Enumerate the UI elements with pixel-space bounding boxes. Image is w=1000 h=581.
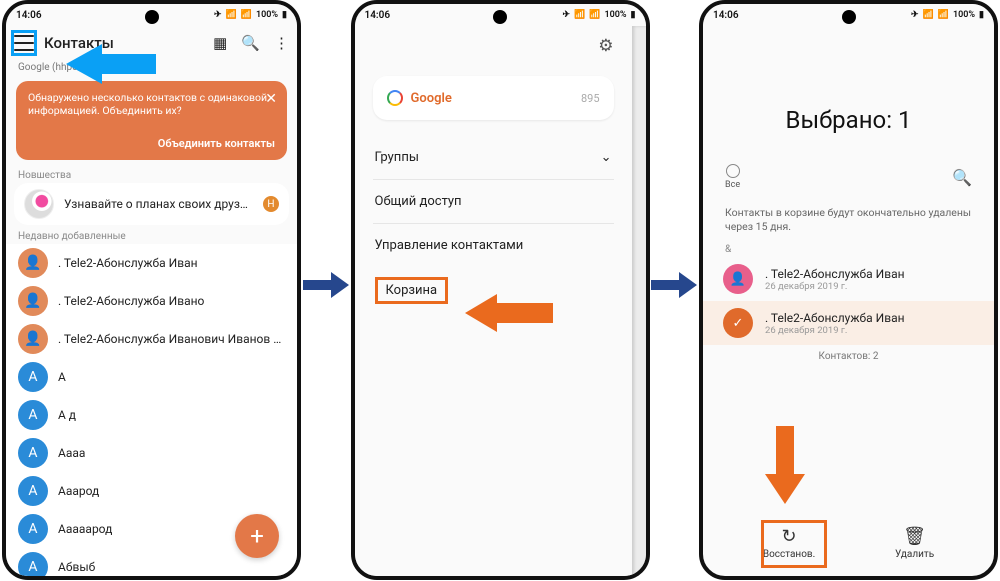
contact-name: Абвыб bbox=[58, 560, 285, 574]
phone-contacts-list: 14:06 ✈📶📶100%▮ Контакты ▦ 🔍 ⋮ Google (hh… bbox=[2, 0, 301, 580]
drawer-sharing[interactable]: Общий доступ bbox=[355, 180, 632, 223]
search-icon[interactable]: 🔍 bbox=[241, 34, 260, 52]
callout-arrow-down-icon bbox=[763, 426, 807, 506]
phone-trash: 14:06 ✈📶📶100%▮ Выбрано: 1 Все 🔍 Контакты… bbox=[699, 0, 998, 580]
contact-row[interactable]: А Аааа bbox=[6, 434, 297, 472]
highlight-restore bbox=[761, 520, 827, 568]
bottom-action-bar: ↻ Восстанов. 🗑 Удалить bbox=[703, 520, 994, 566]
check-icon: ✓ bbox=[723, 308, 753, 338]
select-all-label: Все bbox=[725, 180, 740, 190]
contact-row[interactable]: А Ааарод bbox=[6, 472, 297, 510]
drawer-label: Управление контактами bbox=[375, 238, 524, 253]
section-news: Новшества bbox=[6, 164, 297, 183]
delete-button[interactable]: 🗑 Удалить bbox=[895, 526, 934, 560]
trash-notice: Контакты в корзине будут окончательно уд… bbox=[703, 194, 994, 244]
drawer-label: Группы bbox=[375, 150, 419, 165]
contact-row[interactable]: АА д bbox=[6, 396, 297, 434]
avatar-icon: А bbox=[18, 514, 48, 544]
badge-icon: Н bbox=[263, 196, 279, 212]
contact-row[interactable]: 👤 . Tele2-Абонслужба Иванович Иванов К... bbox=[6, 320, 297, 358]
more-icon[interactable]: ⋮ bbox=[274, 34, 289, 52]
contact-row[interactable]: 👤 . Tele2-Абонслужба Иван bbox=[6, 244, 297, 282]
camera-notch bbox=[145, 10, 159, 24]
clock: 14:06 bbox=[365, 10, 391, 21]
close-icon[interactable]: ✕ bbox=[265, 91, 277, 107]
camera-notch bbox=[493, 10, 507, 24]
google-icon bbox=[387, 90, 403, 106]
radio-icon bbox=[726, 164, 740, 178]
status-icons: ✈📶📶100%▮ bbox=[911, 10, 984, 20]
contact-name: Аааа bbox=[58, 446, 285, 460]
avatar-icon: 👤 bbox=[18, 248, 48, 278]
drawer-label: Общий доступ bbox=[375, 194, 462, 209]
clock: 14:06 bbox=[713, 10, 739, 21]
select-all[interactable]: Все bbox=[725, 164, 740, 190]
contact-name: . Tele2-Абонслужба Иванович Иванов К... bbox=[58, 332, 285, 346]
drawer-groups[interactable]: Группы ⌄ bbox=[355, 136, 632, 179]
contact-row[interactable]: АА bbox=[6, 358, 297, 396]
news-card[interactable]: Узнавайте о планах своих друзей Н bbox=[14, 183, 289, 225]
news-text: Узнавайте о планах своих друзей bbox=[64, 197, 253, 211]
group-letter: & bbox=[703, 244, 994, 257]
google-count: 895 bbox=[581, 92, 600, 105]
step-arrow-icon bbox=[650, 0, 700, 300]
phone-drawer: 14:06 ✈📶📶100%▮ ⚙ Google 895 Группы ⌄ bbox=[351, 0, 650, 580]
drawer-manage[interactable]: Управление контактами bbox=[355, 224, 632, 267]
trash-row-date: 26 декабря 2019 г. bbox=[765, 325, 905, 336]
chevron-down-icon: ⌄ bbox=[601, 150, 612, 165]
avatar-icon: А bbox=[18, 438, 48, 468]
selection-toolbar: Все 🔍 bbox=[703, 164, 994, 194]
delete-label: Удалить bbox=[895, 549, 934, 560]
trash-icon: 🗑 bbox=[903, 526, 926, 547]
google-account-card[interactable]: Google 895 bbox=[373, 76, 614, 120]
avatar-icon: А bbox=[18, 362, 48, 392]
callout-arrow-left-icon bbox=[66, 40, 166, 88]
avatar-icon: 👤 bbox=[723, 264, 753, 294]
contact-name: А д bbox=[58, 408, 285, 422]
highlight-hamburger bbox=[11, 30, 37, 56]
avatar-icon: 👤 bbox=[18, 286, 48, 316]
drawer-scrim[interactable] bbox=[632, 26, 646, 576]
trash-row-date: 26 декабря 2019 г. bbox=[765, 281, 905, 292]
trash-row-name: . Tele2-Абонслужба Иван bbox=[765, 311, 905, 325]
clock: 14:06 bbox=[16, 10, 42, 21]
trash-row-name: . Tele2-Абонслужба Иван bbox=[765, 267, 905, 281]
avatar-icon: А bbox=[18, 400, 48, 430]
news-icon bbox=[24, 189, 54, 219]
avatar-icon: А bbox=[18, 476, 48, 506]
callout-arrow-left-icon bbox=[465, 291, 555, 335]
merge-banner: ✕ Обнаружено несколько контактов с одина… bbox=[16, 81, 287, 160]
merge-message: Обнаружено несколько контактов с одинако… bbox=[28, 91, 275, 117]
camera-notch bbox=[842, 10, 856, 24]
settings-icon[interactable]: ⚙ bbox=[598, 36, 613, 56]
trash-count: Контактов: 2 bbox=[703, 351, 994, 362]
trash-row[interactable]: ✓ . Tele2-Абонслужба Иван26 декабря 2019 … bbox=[703, 301, 994, 345]
avatar-icon: А bbox=[18, 552, 48, 580]
status-icons: ✈📶📶100%▮ bbox=[562, 10, 635, 20]
search-icon[interactable]: 🔍 bbox=[952, 168, 972, 187]
drawer-label-trash: Корзина bbox=[375, 277, 449, 304]
trash-list: 👤. Tele2-Абонслужба Иван26 декабря 2019 … bbox=[703, 257, 994, 345]
add-contact-fab[interactable]: + bbox=[235, 514, 279, 558]
avatar-icon: 👤 bbox=[18, 324, 48, 354]
merge-button[interactable]: Объединить контакты bbox=[28, 137, 275, 150]
contact-name: . Tele2-Абонслужба Иван bbox=[58, 256, 285, 270]
selection-title: Выбрано: 1 bbox=[703, 26, 994, 164]
section-recent: Недавно добавленные bbox=[6, 225, 297, 244]
qr-icon[interactable]: ▦ bbox=[213, 34, 227, 52]
status-icons: ✈📶📶100%▮ bbox=[214, 10, 287, 20]
step-arrow-icon bbox=[301, 0, 351, 300]
contact-name: . Tele2-Абонслужба Ивано bbox=[58, 294, 285, 308]
contact-row[interactable]: 👤 . Tele2-Абонслужба Ивано bbox=[6, 282, 297, 320]
contact-name: Ааарод bbox=[58, 484, 285, 498]
contact-name: А bbox=[58, 370, 285, 384]
trash-row[interactable]: 👤 . Tele2-Абонслужба Иван26 декабря 2019 … bbox=[703, 257, 994, 301]
google-label: Google bbox=[411, 91, 452, 106]
